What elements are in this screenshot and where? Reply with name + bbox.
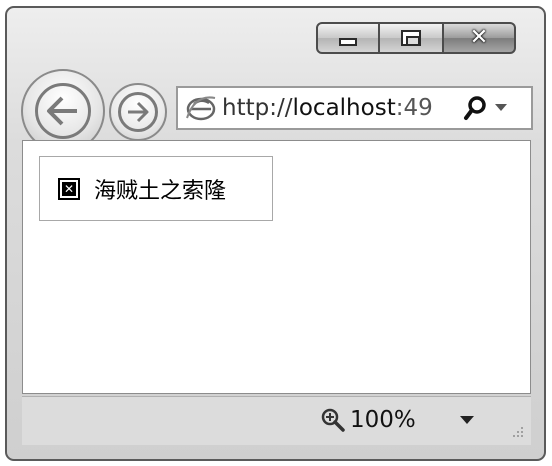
window-controls: ✕ bbox=[316, 22, 516, 54]
maximize-icon bbox=[401, 30, 421, 46]
url-text[interactable]: http://localhost:49 bbox=[222, 95, 454, 121]
back-arrow-icon bbox=[35, 83, 91, 139]
close-icon: ✕ bbox=[469, 25, 489, 50]
page-content: ✕ 海贼土之索隆 bbox=[22, 140, 531, 394]
maximize-button[interactable] bbox=[380, 22, 444, 54]
url-port: :49 bbox=[395, 95, 433, 121]
zoom-control[interactable]: 100% bbox=[320, 407, 416, 433]
minimize-button[interactable] bbox=[316, 22, 380, 54]
ie-page-icon bbox=[184, 91, 218, 125]
minimize-icon bbox=[339, 38, 357, 46]
forward-button[interactable] bbox=[109, 83, 167, 141]
resize-grip-icon[interactable] bbox=[510, 425, 524, 439]
zoom-dropdown-icon[interactable] bbox=[460, 415, 474, 425]
address-bar[interactable]: http://localhost:49 bbox=[176, 86, 533, 130]
status-bar: 100% bbox=[22, 396, 531, 445]
url-prefix: http:// bbox=[222, 95, 293, 121]
image-alt-text: 海贼土之索隆 bbox=[94, 178, 227, 204]
url-host: localhost bbox=[292, 95, 396, 121]
address-dropdown-icon[interactable] bbox=[494, 93, 508, 123]
close-button[interactable]: ✕ bbox=[444, 22, 516, 54]
broken-image: ✕ 海贼土之索隆 bbox=[39, 156, 273, 221]
zoom-magnifier-icon bbox=[321, 408, 345, 432]
broken-image-icon: ✕ bbox=[58, 177, 80, 200]
forward-arrow-icon bbox=[118, 92, 158, 132]
search-icon[interactable] bbox=[462, 93, 488, 123]
zoom-level: 100% bbox=[350, 407, 416, 433]
